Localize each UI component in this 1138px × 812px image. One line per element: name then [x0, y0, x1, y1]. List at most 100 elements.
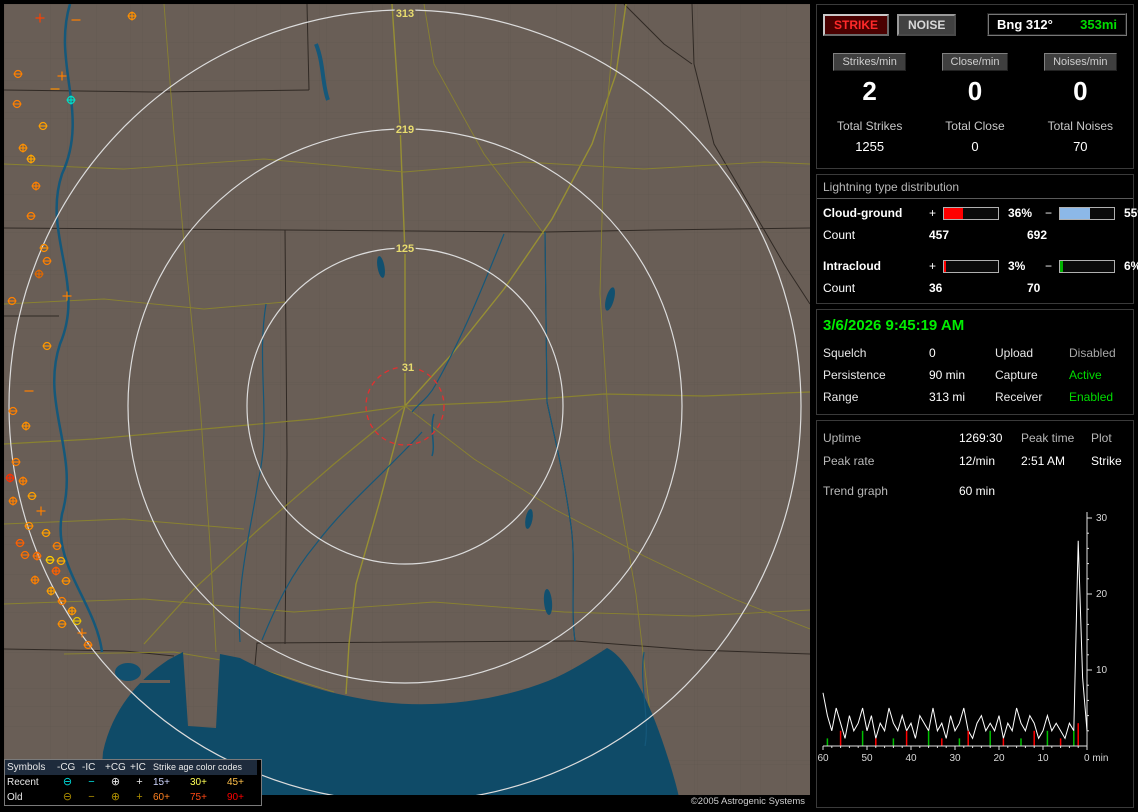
intracloud-pos-bar [943, 259, 999, 273]
bearing-display: Bng 312° 353mi [987, 13, 1127, 36]
trend-graph: 10 20 30 60 50 40 30 20 10 0 min [817, 512, 1108, 764]
legend-row-old: Old [7, 792, 23, 803]
squelch-label: Squelch [823, 346, 867, 360]
legend-symbol-recent-0: ⊖ [62, 776, 73, 788]
total-noises-label: Total Noises [1047, 119, 1113, 133]
peak-rate-label: Peak rate [823, 454, 875, 468]
range-value: 313 mi [929, 390, 966, 404]
info-grid: Uptime 1269:30 Peak time Plot Peak rate … [817, 421, 1133, 468]
legend-symbol-old-2: ⊕ [110, 791, 121, 803]
rates-section: STRIKE NOISE Bng 312° 353mi Strikes/min … [816, 4, 1134, 169]
noise-button[interactable]: NOISE [897, 13, 957, 36]
intracloud-neg-bar [1059, 259, 1115, 273]
capture-status: Active [1069, 368, 1102, 382]
legend-symbols-header: Symbols [5, 760, 55, 775]
count-label: Count [823, 281, 856, 295]
peak-rate-value: 12/min [959, 454, 996, 468]
trend-x-label: 20 [993, 753, 1005, 764]
receiver-status: Enabled [1069, 390, 1114, 404]
intracloud-pos-pct: 3% [1008, 259, 1026, 273]
cloud-ground-pos-bar [943, 206, 999, 220]
persistence-value: 90 min [929, 368, 966, 382]
trend-x-label: 0 min [1084, 753, 1108, 764]
barrier-island [140, 680, 170, 683]
legend-col--CG: -CG [55, 760, 80, 775]
neg-sign: − [1045, 259, 1053, 273]
cloud-ground-neg-bar [1059, 206, 1115, 220]
neg-sign: − [1045, 206, 1053, 220]
map-canvas[interactable]: 313 219 125 31 [4, 4, 810, 808]
intracloud-count-row: Count 36 70 [817, 275, 1133, 303]
cloud-ground-label: Cloud-ground [823, 206, 903, 220]
ring-label-31: 31 [402, 362, 414, 374]
total-strikes-value: 1255 [855, 139, 885, 154]
legend-age-75+: 75+ [190, 792, 207, 803]
rates-row: Strikes/min 2 Total Strikes 1255 Close/m… [817, 52, 1133, 168]
trend-x-label: 30 [949, 753, 961, 764]
copyright: ©2005 Astrogenic Systems [690, 796, 805, 807]
noises-per-min-box[interactable]: Noises/min [1044, 53, 1117, 71]
pos-sign: + [929, 259, 937, 273]
total-strikes-label: Total Strikes [836, 119, 903, 133]
peak-time-label: Peak time [1021, 431, 1075, 445]
status-section: 3/6/2026 9:45:19 AM Squelch 0 Upload Dis… [816, 309, 1134, 415]
rate-col-noises: Noises/min 0 Total Noises 70 [1028, 52, 1133, 154]
persistence-label: Persistence [823, 368, 886, 382]
legend-symbol-old-3: + [136, 791, 143, 803]
legend-grid: Symbols -CG -IC +CG +IC Strike age color code… [5, 760, 261, 805]
total-noises-value: 70 [1073, 139, 1088, 154]
legend-age-header: Strike age color codes [151, 760, 257, 775]
settings-grid: Squelch 0 Upload Disabled Persistence 90… [817, 346, 1133, 414]
cloud-ground-count-row: Count 457 692 [817, 222, 1133, 244]
distribution-section: Lightning type distribution Cloud-ground… [816, 174, 1138, 304]
trend-section: Uptime 1269:30 Peak time Plot Peak rate … [816, 420, 1134, 808]
cloud-ground-pos-pct: 36% [1008, 206, 1033, 220]
receiver-label: Receiver [995, 390, 1043, 404]
plot-label: Plot [1091, 431, 1112, 445]
trend-y-label: 10 [1096, 665, 1108, 676]
trend-x-label: 40 [905, 753, 917, 764]
close-per-min-value: 0 [967, 76, 983, 106]
legend-age-60+: 60+ [153, 792, 170, 803]
legend-col-+IC: +IC [128, 760, 151, 775]
dist-row-cloud-ground: Cloud-ground + 36% − 55% [817, 199, 1138, 222]
range-label: Range [823, 390, 859, 404]
legend-symbol-recent-2: ⊕ [110, 776, 121, 788]
bearing-range: 353mi [1080, 17, 1117, 32]
strike-button[interactable]: STRIKE [823, 13, 890, 36]
strikes-per-min-box[interactable]: Strikes/min [833, 53, 906, 71]
trend-label-row: Trend graph 60 min [817, 468, 1133, 498]
count-label: Count [823, 228, 856, 242]
legend-age-15+: 15+ [153, 777, 170, 788]
legend-row-recent: Recent [7, 777, 39, 788]
trend-y-label: 30 [1096, 513, 1108, 524]
datetime: 3/6/2026 9:45:19 AM [823, 317, 965, 334]
trend-graph-label: Trend graph [823, 484, 888, 498]
intracloud-neg-count: 70 [1027, 281, 1041, 295]
total-close-label: Total Close [945, 119, 1005, 133]
ring-label-219: 219 [396, 124, 414, 136]
rate-col-close: Close/min 0 Total Close 0 [922, 52, 1027, 154]
legend-age-45+: 45+ [227, 777, 244, 788]
upload-status: Disabled [1069, 346, 1116, 360]
pos-sign: + [929, 206, 937, 220]
close-per-min-box[interactable]: Close/min [941, 53, 1009, 71]
cloud-ground-neg-pct: 55% [1124, 206, 1138, 220]
uptime-value: 1269:30 [959, 431, 1003, 445]
plot-value: Strike [1091, 454, 1122, 468]
trend-x-label: 10 [1037, 753, 1049, 764]
legend-symbol-recent-3: + [136, 776, 143, 788]
trend-x-label: 60 [817, 753, 829, 764]
squelch-value: 0 [929, 346, 936, 360]
cloud-ground-neg-count: 692 [1027, 228, 1048, 242]
trend-y-label: 20 [1096, 589, 1108, 600]
distribution-title: Lightning type distribution [817, 175, 1133, 199]
legend-col--IC: -IC [80, 760, 103, 775]
total-close-value: 0 [971, 139, 979, 154]
ring-label-313: 313 [396, 8, 414, 20]
uptime-label: Uptime [823, 431, 862, 445]
upload-label: Upload [995, 346, 1034, 360]
legend-symbol-old-0: ⊖ [62, 791, 73, 803]
intracloud-neg-pct: 6% [1124, 259, 1138, 273]
noises-per-min-value: 0 [1073, 76, 1088, 106]
